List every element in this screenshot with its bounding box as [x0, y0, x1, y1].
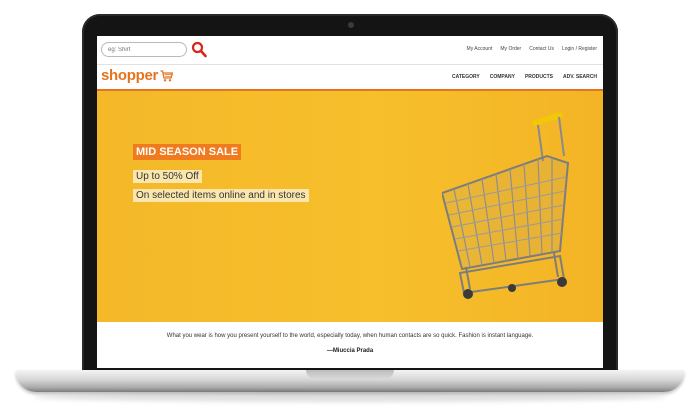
- quote-text: What you wear is how you present yoursel…: [166, 333, 534, 339]
- my-order-link[interactable]: My Order: [500, 46, 521, 52]
- laptop-shadow: [34, 392, 666, 402]
- sale-badge: MID SEASON SALE: [133, 144, 242, 160]
- top-bar: My Account My Order Contact Us Login / R…: [97, 36, 603, 65]
- contact-us-link[interactable]: Contact Us: [529, 46, 554, 52]
- laptop-notch: [306, 370, 394, 379]
- logo-text: shopper: [101, 67, 159, 84]
- laptop-screen: My Account My Order Contact Us Login / R…: [97, 36, 603, 368]
- nav-category[interactable]: CATEGORY: [452, 74, 480, 80]
- main-nav: CATEGORY COMPANY PRODUCTS ADV. SEARCH: [452, 74, 597, 80]
- login-register-link[interactable]: Login / Register: [562, 46, 597, 52]
- camera-icon: [348, 22, 354, 28]
- quote-author: —Miuccia Prada: [326, 348, 374, 354]
- hero-discount-text: Up to 50% Off: [133, 170, 202, 183]
- top-links: My Account My Order Contact Us Login / R…: [467, 46, 597, 52]
- quote-section: What you wear is how you present yoursel…: [97, 322, 603, 368]
- nav-company[interactable]: COMPANY: [490, 74, 515, 80]
- nav-products[interactable]: PRODUCTS: [525, 74, 553, 80]
- my-account-link[interactable]: My Account: [467, 46, 493, 52]
- cart-icon: [160, 69, 174, 81]
- hero-subtext: On selected items online and in stores: [133, 189, 309, 202]
- search-input[interactable]: [101, 42, 187, 57]
- shopping-cart-image: [442, 112, 570, 299]
- brand-bar: shopper CATEGORY COMPANY PRODUCTS ADV. S…: [97, 65, 603, 91]
- hero-banner[interactable]: MID SEASON SALE Up to 50% Off On selecte…: [97, 91, 603, 322]
- nav-adv-search[interactable]: ADV. SEARCH: [563, 74, 597, 80]
- logo[interactable]: shopper: [101, 67, 174, 84]
- search-icon[interactable]: [191, 41, 207, 58]
